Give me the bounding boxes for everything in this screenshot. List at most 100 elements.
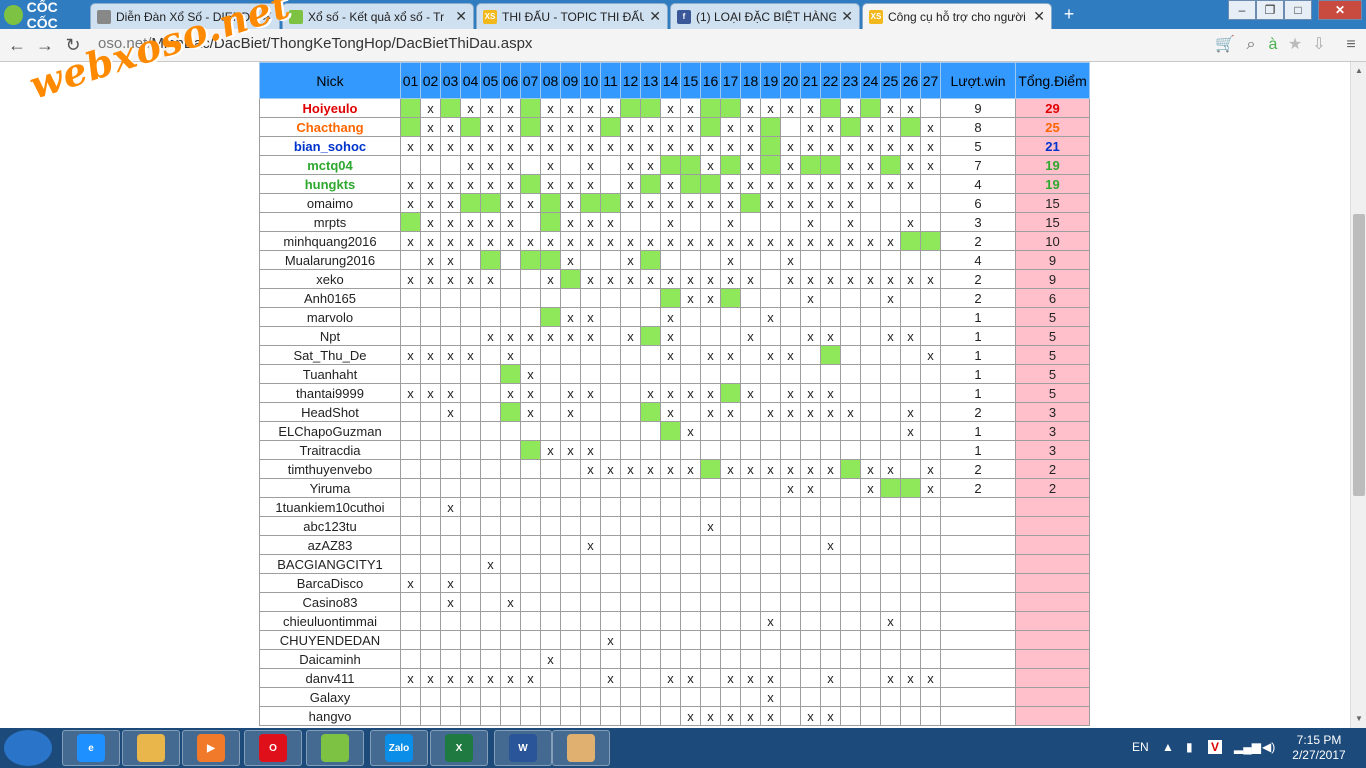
hit-cell xyxy=(900,231,921,251)
day-cell: x xyxy=(840,136,861,156)
day-cell xyxy=(640,440,661,460)
vertical-scrollbar[interactable]: ▲ ▼ xyxy=(1350,62,1366,728)
browser-tab-4[interactable]: f (1) LOẠI ĐẶC BIỆT HÀNG N ✕ xyxy=(670,3,860,29)
scrollbar-thumb[interactable] xyxy=(1353,214,1365,496)
header-day: 01 xyxy=(400,62,421,99)
hit-cell xyxy=(640,250,661,270)
day-cell xyxy=(460,611,481,631)
day-cell xyxy=(900,554,921,574)
nick-cell: omaimo xyxy=(259,193,401,213)
day-cell: x xyxy=(720,212,741,232)
browser-tab-3[interactable]: XS THI ĐẤU - TOPIC THI ĐẤU ✕ xyxy=(476,3,668,29)
day-cell: x xyxy=(820,535,841,555)
day-cell xyxy=(880,687,901,707)
close-tab-icon[interactable]: ✕ xyxy=(649,8,661,25)
day-cell xyxy=(520,307,541,327)
vietkey-icon[interactable]: V xyxy=(1208,740,1223,754)
day-cell xyxy=(880,535,901,555)
day-cell xyxy=(760,535,781,555)
day-cell xyxy=(440,516,461,536)
coccoc-taskbar-button[interactable] xyxy=(306,730,364,766)
internet-explorer-taskbar-button[interactable]: e xyxy=(62,730,120,766)
day-cell xyxy=(620,307,641,327)
minimize-button[interactable]: – xyxy=(1228,0,1256,20)
hit-cell xyxy=(540,250,561,270)
day-cell xyxy=(860,554,881,574)
day-cell xyxy=(520,592,541,612)
search-icon[interactable]: ⌕ xyxy=(1240,34,1262,56)
opera-taskbar-button[interactable]: O xyxy=(244,730,302,766)
nick-cell: Yiruma xyxy=(259,478,401,498)
xs-icon: XS xyxy=(869,9,883,24)
wins-cell: 1 xyxy=(940,364,1016,384)
close-tab-icon[interactable]: ✕ xyxy=(455,8,467,25)
day-cell: x xyxy=(780,250,801,270)
day-cell xyxy=(640,668,661,688)
day-cell xyxy=(460,307,481,327)
day-cell: x xyxy=(920,478,941,498)
close-window-button[interactable]: ✕ xyxy=(1318,0,1362,20)
new-tab-button[interactable]: + xyxy=(1058,5,1080,24)
total-cell xyxy=(1015,668,1090,688)
day-cell xyxy=(780,611,801,631)
scroll-up-icon[interactable]: ▲ xyxy=(1351,64,1366,78)
translate-icon[interactable]: à xyxy=(1262,34,1284,56)
menu-icon[interactable]: ≡ xyxy=(1340,34,1362,56)
day-cell xyxy=(460,478,481,498)
day-cell xyxy=(740,250,761,270)
day-cell xyxy=(680,649,701,669)
close-tab-icon[interactable]: ✕ xyxy=(841,8,853,25)
header-day: 18 xyxy=(740,62,761,99)
day-cell xyxy=(540,668,561,688)
excel-taskbar-button[interactable]: X xyxy=(430,730,488,766)
zalo-taskbar-button[interactable]: Zalo xyxy=(370,730,428,766)
day-cell: x xyxy=(840,269,861,289)
system-clock[interactable]: 7:15 PM 2/27/2017 xyxy=(1284,733,1354,763)
day-cell xyxy=(740,630,761,650)
day-cell xyxy=(620,288,641,308)
hit-cell xyxy=(660,155,681,175)
day-cell xyxy=(720,478,741,498)
cart-icon[interactable]: 🛒 xyxy=(1214,34,1236,56)
close-tab-icon[interactable]: ✕ xyxy=(1033,8,1045,25)
day-cell xyxy=(740,516,761,536)
day-cell xyxy=(760,288,781,308)
maximize-button[interactable]: □ xyxy=(1284,0,1312,20)
day-cell xyxy=(700,364,721,384)
day-cell xyxy=(700,478,721,498)
browser-tab-2[interactable]: Xổ số - Kết quả xổ số - Tr ✕ xyxy=(282,3,474,29)
file-explorer-taskbar-button[interactable] xyxy=(122,730,180,766)
day-cell: x xyxy=(900,668,921,688)
volume-icon[interactable]: ◀) xyxy=(1262,740,1275,754)
signal-icon[interactable]: ▂▄▆ xyxy=(1234,740,1261,754)
day-cell xyxy=(420,649,441,669)
nick-cell: mctq04 xyxy=(259,155,401,175)
day-cell xyxy=(680,630,701,650)
day-cell: x xyxy=(900,269,921,289)
day-cell xyxy=(520,706,541,726)
browser-tab-5[interactable]: XS Công cụ hỗ trợ cho người ✕ xyxy=(862,3,1052,29)
tray-arrow-icon[interactable]: ▲ xyxy=(1162,740,1174,754)
day-cell: x xyxy=(400,231,421,251)
restore-button[interactable]: ❐ xyxy=(1256,0,1284,20)
day-cell: x xyxy=(700,269,721,289)
language-indicator[interactable]: EN xyxy=(1132,740,1149,754)
day-cell xyxy=(740,440,761,460)
paint-taskbar-button[interactable] xyxy=(552,730,610,766)
start-button[interactable] xyxy=(4,730,52,766)
day-cell xyxy=(440,535,461,555)
day-cell xyxy=(560,573,581,593)
scroll-down-icon[interactable]: ▼ xyxy=(1351,712,1366,726)
word-taskbar-button[interactable]: W xyxy=(494,730,552,766)
table-row: BACGIANGCITY1 x xyxy=(259,554,1090,574)
clock-date: 2/27/2017 xyxy=(1292,748,1346,762)
star-icon[interactable]: ★ xyxy=(1284,34,1306,56)
day-cell xyxy=(900,706,921,726)
download-icon[interactable]: ⇩ xyxy=(1308,34,1330,56)
battery-icon[interactable]: ▮ xyxy=(1186,740,1193,754)
day-cell: x xyxy=(820,136,841,156)
total-cell xyxy=(1015,630,1090,650)
media-player-taskbar-button[interactable]: ▶ xyxy=(182,730,240,766)
day-cell xyxy=(820,554,841,574)
day-cell xyxy=(880,193,901,213)
